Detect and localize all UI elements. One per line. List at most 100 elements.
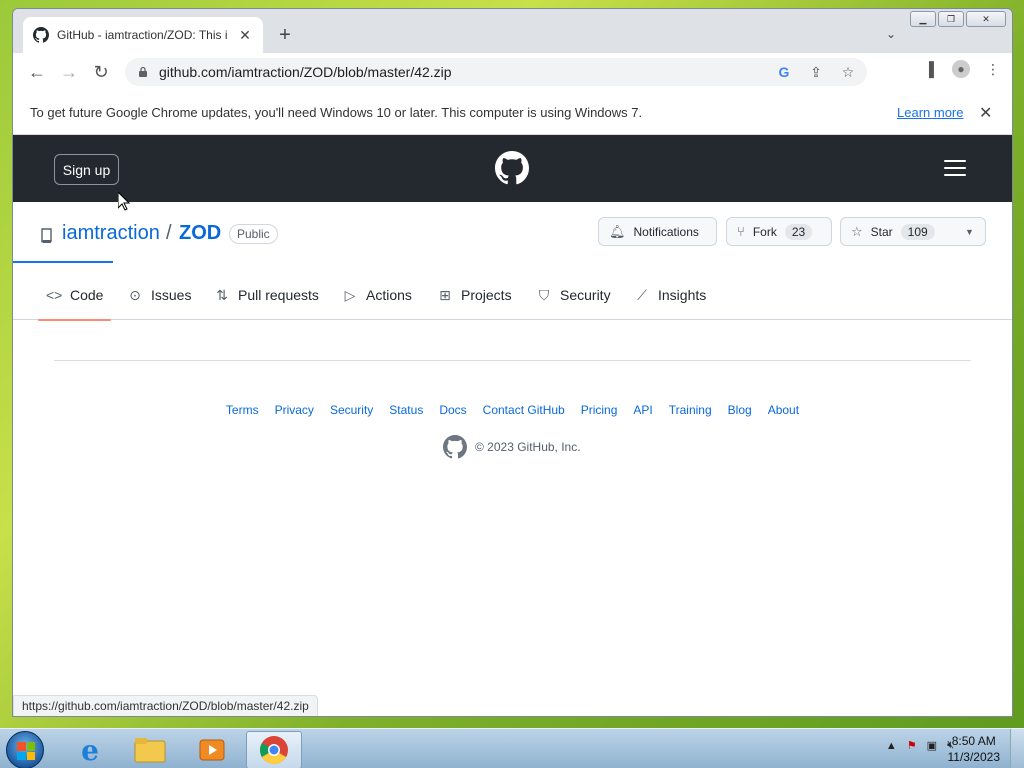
star-button[interactable]: ☆ Star 109	[840, 217, 955, 246]
infobar-message: To get future Google Chrome updates, you…	[30, 105, 643, 120]
star-count: 109	[900, 223, 935, 240]
footer-links: Terms Privacy Security Status Docs Conta…	[13, 403, 1012, 417]
visibility-badge: Public	[229, 224, 278, 244]
profile-avatar-icon[interactable]: ●	[952, 60, 970, 78]
show-desktop-button[interactable]	[1010, 729, 1024, 768]
copyright: © 2023 GitHub, Inc.	[443, 435, 581, 459]
footer-link[interactable]: About	[768, 403, 799, 417]
chrome-icon	[260, 736, 288, 764]
taskbar-chrome[interactable]	[246, 731, 302, 768]
back-arrow-icon[interactable]: ←	[25, 60, 49, 84]
tab-insights[interactable]: ⟋ Insights	[634, 270, 706, 320]
update-infobar: To get future Google Chrome updates, you…	[13, 91, 1012, 135]
tab-security[interactable]: ⛉ Security	[536, 270, 611, 320]
star-label: Star	[870, 224, 893, 239]
repo-separator: /	[166, 222, 172, 244]
footer-link[interactable]: API	[633, 403, 652, 417]
learn-more-link[interactable]: Learn more	[897, 105, 963, 120]
tab-actions-label: Actions	[366, 287, 412, 303]
bookmark-star-icon[interactable]: ☆	[839, 63, 857, 81]
graph-icon: ⟋	[637, 286, 647, 303]
tab-code[interactable]: <> Code	[37, 270, 113, 321]
footer-link[interactable]: Security	[330, 403, 373, 417]
repo-icon	[41, 228, 52, 243]
taskbar-internet-explorer[interactable]: e	[62, 731, 118, 768]
repo-owner-link[interactable]: iamtraction	[62, 222, 160, 245]
star-dropdown-chevron-icon[interactable]: ▼	[954, 217, 986, 246]
tab-actions[interactable]: ▷ Actions	[342, 270, 412, 320]
tab-projects-label: Projects	[461, 287, 512, 303]
tab-close-icon[interactable]: ✕	[237, 27, 253, 44]
issue-icon: ⊙	[129, 286, 141, 303]
folder-icon	[134, 738, 166, 763]
footer-link[interactable]: Blog	[728, 403, 752, 417]
clock-time: 8:50 AM	[951, 734, 996, 748]
repo-nav: <> Code ⊙ Issues ⇅ Pull requests ▷ Actio…	[13, 270, 1012, 321]
sign-up-button[interactable]: Sign up	[54, 154, 119, 185]
footer-link[interactable]: Docs	[439, 403, 466, 417]
new-tab-button[interactable]: +	[275, 25, 295, 45]
hamburger-menu-icon[interactable]	[944, 160, 966, 176]
close-window-button[interactable]: ✕	[966, 11, 1006, 27]
share-icon[interactable]: ⇪	[807, 63, 825, 81]
tab-search-chevron-icon[interactable]: ⌄	[886, 27, 896, 41]
system-tray: ▲ ⚑ ▣ 🔇︎	[886, 739, 954, 752]
tab-issues-label: Issues	[151, 287, 192, 303]
side-panel-icon[interactable]: ▐	[920, 60, 938, 78]
clock-date: 11/3/2023	[947, 750, 1001, 764]
tab-projects[interactable]: ⊞ Projects	[437, 270, 512, 320]
fork-icon: ⑂	[737, 224, 745, 239]
footer-link[interactable]: Status	[389, 403, 423, 417]
menu-kebab-icon[interactable]: ⋮	[984, 60, 1002, 78]
tab-insights-label: Insights	[658, 287, 707, 303]
tab-title: GitHub - iamtraction/ZOD: This i	[57, 28, 228, 42]
tab-pull-requests[interactable]: ⇅ Pull requests	[214, 270, 319, 320]
maximize-button[interactable]: ❐	[938, 11, 964, 27]
tab-pull-requests-label: Pull requests	[238, 287, 319, 303]
start-button[interactable]	[6, 731, 44, 768]
browser-tab[interactable]: GitHub - iamtraction/ZOD: This i ✕	[23, 17, 263, 53]
taskbar-clock[interactable]: 8:50 AM 11/3/2023	[948, 733, 1001, 765]
notifications-button[interactable]: 🔔︎ Notifications	[598, 217, 717, 246]
footer-link[interactable]: Terms	[226, 403, 259, 417]
taskbar-file-explorer[interactable]	[122, 731, 178, 768]
star-icon: ☆	[851, 223, 863, 239]
copyright-text: © 2023 GitHub, Inc.	[475, 440, 581, 454]
lock-icon	[139, 66, 147, 77]
footer-link[interactable]: Pricing	[581, 403, 618, 417]
github-icon	[33, 27, 49, 43]
footer-link[interactable]: Training	[669, 403, 712, 417]
taskbar-media-player[interactable]	[184, 731, 240, 768]
browser-toolbar: ← → ↻ github.com/iamtraction/ZOD/blob/ma…	[13, 53, 1012, 91]
page-content: Sign up iamtraction / ZOD Public 🔔︎ Noti…	[13, 135, 1012, 716]
github-header: Sign up	[13, 135, 1012, 202]
notifications-label: Notifications	[633, 224, 699, 239]
shield-icon: ⛉	[538, 286, 550, 303]
show-hidden-icons-icon[interactable]: ▲	[886, 740, 897, 752]
play-icon: ▷	[344, 286, 356, 303]
forward-arrow-icon[interactable]: →	[57, 60, 81, 84]
action-center-flag-icon[interactable]: ⚑	[907, 739, 917, 752]
footer-link[interactable]: Privacy	[275, 403, 314, 417]
footer-divider	[54, 360, 971, 361]
google-icon[interactable]: G	[775, 63, 793, 81]
link-status-bar: https://github.com/iamtraction/ZOD/blob/…	[13, 695, 318, 716]
browser-window: GitHub - iamtraction/ZOD: This i ✕ + ⌄ ▁…	[12, 8, 1013, 717]
internet-explorer-icon: e	[81, 733, 99, 767]
network-icon[interactable]: ▣	[927, 739, 937, 752]
media-player-icon	[199, 739, 225, 761]
github-logo-icon[interactable]	[495, 151, 529, 185]
windows-taskbar: e ▲ ⚑ ▣ 🔇︎ 8:50 AM 11/3/2023	[0, 728, 1024, 768]
footer-link[interactable]: Contact GitHub	[483, 403, 565, 417]
tab-code-label: Code	[70, 287, 104, 303]
reload-icon[interactable]: ↻	[89, 60, 113, 84]
tab-strip: GitHub - iamtraction/ZOD: This i ✕ + ⌄ ▁…	[13, 9, 1012, 53]
tab-issues[interactable]: ⊙ Issues	[127, 270, 191, 320]
infobar-close-icon[interactable]: ✕	[979, 103, 992, 123]
github-footer-logo-icon[interactable]	[443, 435, 467, 459]
fork-button[interactable]: ⑂ Fork 23	[726, 217, 832, 246]
minimize-button[interactable]: ▁	[910, 11, 936, 27]
address-bar[interactable]: github.com/iamtraction/ZOD/blob/master/4…	[125, 58, 867, 86]
repo-name-link[interactable]: ZOD	[179, 222, 221, 245]
code-icon: <>	[46, 287, 63, 303]
